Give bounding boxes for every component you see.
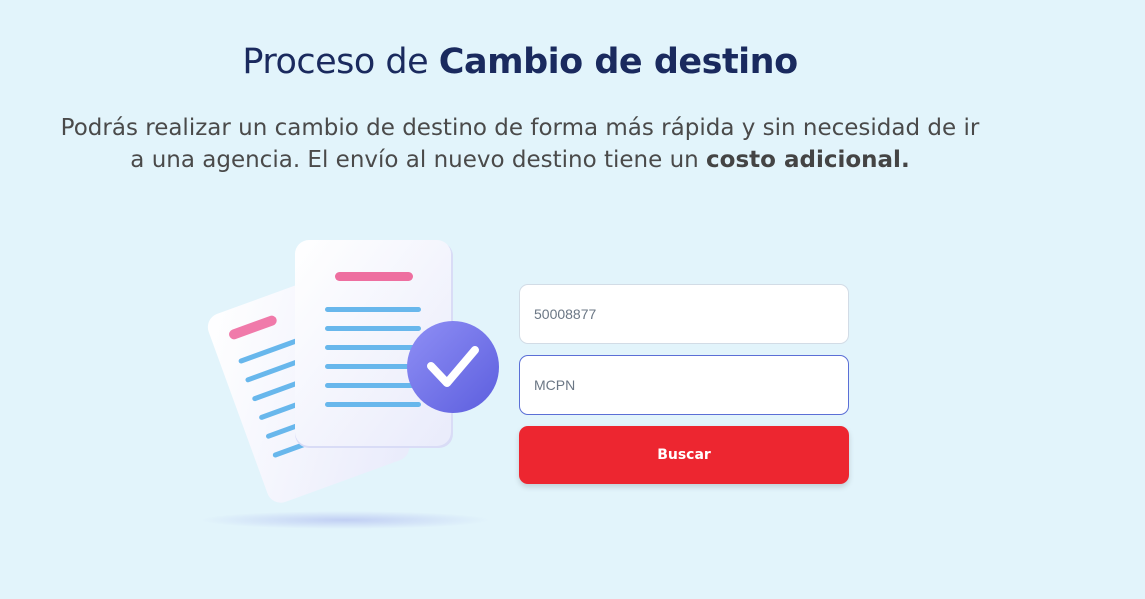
search-button[interactable]: Buscar	[519, 426, 849, 484]
guide-number-input[interactable]	[519, 284, 849, 344]
page-title: Proceso de Cambio de destino	[0, 42, 1040, 82]
page-title-regular: Proceso de	[242, 42, 439, 82]
search-form: Buscar	[519, 284, 849, 484]
intro-text-bold: costo adicional.	[706, 147, 910, 173]
documents-check-icon	[195, 230, 505, 530]
page-title-bold: Cambio de destino	[438, 42, 798, 82]
code-input[interactable]	[519, 355, 849, 415]
intro-text: Podrás realizar un cambio de destino de …	[60, 112, 980, 176]
